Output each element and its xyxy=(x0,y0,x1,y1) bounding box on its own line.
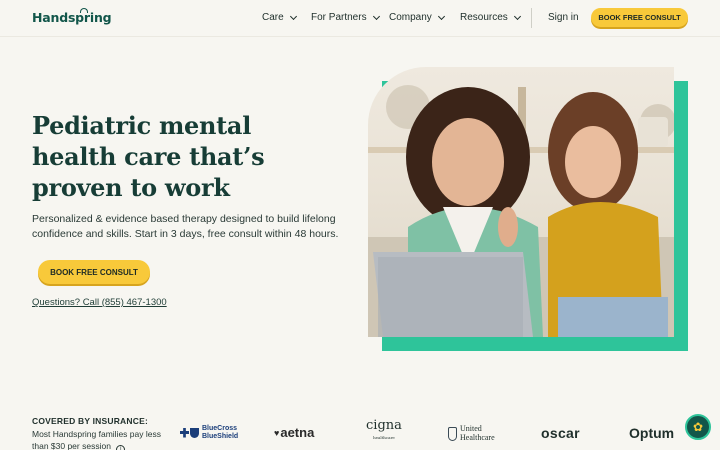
chat-icon[interactable]: ✿ xyxy=(685,414,711,440)
sign-in-link[interactable]: Sign in xyxy=(548,12,579,23)
oscar-logo: oscar xyxy=(541,425,580,441)
phone-link[interactable]: Questions? Call (855) 467-1300 xyxy=(32,297,167,308)
nav-for-partners-label: For Partners xyxy=(311,12,367,23)
hero-photo xyxy=(368,67,674,337)
hero-book-consult-button[interactable]: BOOK FREE CONSULT xyxy=(38,260,150,284)
cigna-subtext: healthcare xyxy=(373,435,395,440)
info-icon[interactable]: i xyxy=(116,444,126,450)
aetna-logo: ♥ aetna xyxy=(274,425,314,440)
optum-logo: Optum xyxy=(629,425,675,441)
hero-headline-line-2: health care that’s xyxy=(32,142,265,171)
header-divider xyxy=(0,36,720,37)
handspring-logo[interactable]: Handspring xyxy=(32,10,112,25)
chevron-down-icon xyxy=(437,12,445,20)
bcbs-line-2: BlueShield xyxy=(202,432,239,440)
insurance-title: COVERED BY INSURANCE: xyxy=(32,416,148,426)
header-book-consult-button[interactable]: BOOK FREE CONSULT xyxy=(591,8,688,27)
chevron-down-icon xyxy=(513,12,521,20)
bcbs-line-1: BlueCross xyxy=(202,425,238,432)
nav-resources-label: Resources xyxy=(460,12,508,23)
bcbs-mark-icon xyxy=(180,427,199,438)
nav-company[interactable]: Company xyxy=(389,12,445,23)
nav-for-partners[interactable]: For Partners xyxy=(311,12,380,23)
aetna-heart-icon: ♥ xyxy=(274,427,280,438)
hero-photo-illustration xyxy=(368,85,674,337)
hero-headline-line-3: proven to work xyxy=(32,173,230,202)
bcbs-logo: BlueCross BlueShield xyxy=(180,425,238,440)
uhc-shield-icon xyxy=(448,426,457,441)
nav-resources[interactable]: Resources xyxy=(460,12,521,23)
nav-company-label: Company xyxy=(389,12,432,23)
hero-headline: Pediatric mental health care that’s prov… xyxy=(32,110,332,203)
nav-care[interactable]: Care xyxy=(262,12,297,23)
insurance-text-body: Most Handspring families pay less than $… xyxy=(32,429,161,450)
united-healthcare-logo: United Healthcare xyxy=(448,424,495,442)
chevron-down-icon xyxy=(289,12,297,20)
aetna-wordmark: aetna xyxy=(280,425,315,440)
hero-subtext: Personalized & evidence based therapy de… xyxy=(32,213,339,240)
nav-care-label: Care xyxy=(262,12,284,23)
logo-mark-icon xyxy=(80,8,88,13)
uhc-line-2: Healthcare xyxy=(460,432,495,442)
site-header: Handspring Care For Partners Company Res… xyxy=(0,0,720,36)
cigna-logo: cigna healthcare xyxy=(366,418,402,444)
chevron-down-icon xyxy=(372,12,380,20)
insurance-text: Most Handspring families pay less than $… xyxy=(32,428,162,450)
nav-divider xyxy=(531,8,532,28)
hero-headline-line-1: Pediatric mental xyxy=(32,111,252,140)
cigna-wordmark: cigna xyxy=(366,418,402,433)
